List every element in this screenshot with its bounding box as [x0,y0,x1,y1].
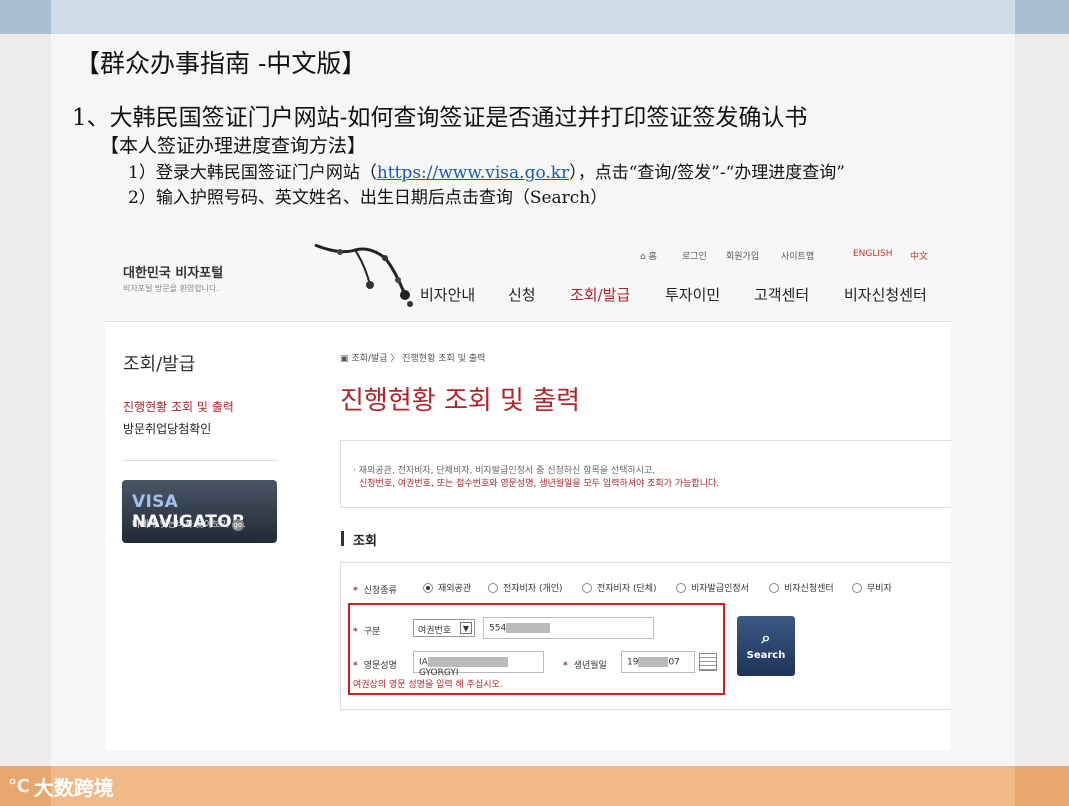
nav-application-center[interactable]: 비자신청센터 [844,284,927,305]
right-margin [1015,34,1069,770]
radio-overseas-mission[interactable]: 재외공관 [423,581,471,594]
radio-visa-free[interactable]: 무비자 [852,581,892,594]
magnifier-icon: ⌕ [761,628,771,647]
english-link[interactable]: ENGLISH [853,249,893,259]
nav-visa-info[interactable]: 비자안내 [420,284,475,305]
slide-subheading: 【本人签证办理进度查询方法】 [100,135,367,157]
calendar-icon[interactable] [699,653,717,671]
inquiry-form: * 신청종류 재외공관 전자비자 (개인) 전자비자 (단체) 비자발급인정서 비… [340,562,951,710]
birth-date-input[interactable]: 19 07 [621,651,695,673]
breadcrumb: ▣ 조회/발급 〉 진행현황 조회 및 출력 [340,354,486,364]
notice-box: · 재외공관, 전자비자, 단체비자, 비자발급인정서 중 신청하신 항목을 선… [340,440,951,508]
left-menu-visit-employment[interactable]: 방문취업당첨확인 [123,420,211,437]
passport-number-input[interactable]: 554 [483,617,654,639]
site-brand[interactable]: 대한민국 비자포털 [123,262,223,281]
nav-investment[interactable]: 투자이민 [665,284,720,305]
notice-line-1: · 재외공관, 전자비자, 단체비자, 비자발급인정서 중 신청하신 항목을 선… [353,466,656,476]
radio-application-center[interactable]: 비자신청센터 [769,581,834,594]
step-1: 1）登录大韩民国签证门户网站（https://www.visa.go.kr），点… [128,158,845,183]
top-banner [0,0,1069,34]
step-1-prefix: 1）登录大韩民国签证门户网站（ [128,163,377,183]
footer-logo: ℃ 大数跨境 [8,770,114,802]
slide: 【群众办事指南 -中文版】 1、大韩民国签证门户网站-如何查询签证是否通过并打印… [0,0,1069,806]
logo-icon: ℃ [8,775,30,797]
slide-heading: 1、大韩民国签证门户网站-如何查询签证是否通过并打印签证签发确认书 [72,105,808,131]
site-header: 대한민국 비자포털 비자포털 방문을 환영합니다. ⌂ 홈 로그인 회원가입 사… [105,240,951,322]
slide-title: 【群众办事指南 -中文版】 [75,49,367,78]
step-2: 2）输入护照号码、英文姓名、出生日期后点击查询（Search） [128,188,608,208]
visa-navigator-sub: 나에게 맞는비자 찾아보기 go [132,519,244,531]
birth-date-label: * 생년월일 [563,661,607,671]
home-link[interactable]: ⌂ 홈 [640,249,657,262]
sitemap-link[interactable]: 사이트맵 [781,249,814,262]
ink-branch-decoration [314,243,413,307]
notice-line-2: 신청번호, 여권번호, 또는 접수번호와 영문성명, 생년월일을 모두 입력하셔… [359,479,720,489]
english-name-input[interactable]: IAGYORGYI [413,651,544,678]
visa-navigator-banner[interactable]: VISA NAVIGATOR 나에게 맞는비자 찾아보기 go [122,480,277,543]
section-title: 조회 [353,534,377,549]
search-button[interactable]: ⌕ Search [737,616,795,676]
chevron-down-icon: ▼ [460,622,472,634]
english-name-label: * 영문성명 [353,661,397,671]
nav-apply[interactable]: 신청 [508,284,536,305]
division-select[interactable]: 여권번호 ▼ [413,619,475,637]
nav-inquiry-issue[interactable]: 조회/발급 [570,284,630,305]
radio-visa-confirmation[interactable]: 비자발급인정서 [676,581,749,594]
visa-portal-screenshot: 대한민국 비자포털 비자포털 방문을 환영합니다. ⌂ 홈 로그인 회원가입 사… [105,240,951,750]
footer-bar [0,766,1069,806]
step-1-suffix: ），点击“查询/签发”-“办理进度查询” [569,163,845,183]
left-menu-progress[interactable]: 진행현황 조회 및 출력 [123,398,234,415]
type-label: * 신청종류 [353,586,397,596]
page-title: 진행현황 조회 및 출력 [340,386,581,416]
left-divider [123,460,278,461]
radio-evisa-individual[interactable]: 전자비자 (개인) [488,581,563,594]
section-marker [341,531,344,546]
name-hint: 여권상의 영문 성명을 입력 해 주십시오. [353,680,503,690]
division-label: * 구분 [353,627,381,637]
nav-customer-center[interactable]: 고객센터 [754,284,809,305]
login-link[interactable]: 로그인 [682,249,707,262]
logo-text: 大数跨境 [33,775,114,800]
left-margin [0,34,51,770]
visa-portal-link[interactable]: https://www.visa.go.kr [377,163,569,183]
radio-evisa-group[interactable]: 전자비자 (단체) [582,581,657,594]
left-menu-title: 조회/발급 [123,354,196,375]
site-brand-sub: 비자포털 방문을 환영합니다. [123,284,219,293]
chinese-link[interactable]: 中文 [910,249,928,262]
join-link[interactable]: 회원가입 [726,249,759,262]
